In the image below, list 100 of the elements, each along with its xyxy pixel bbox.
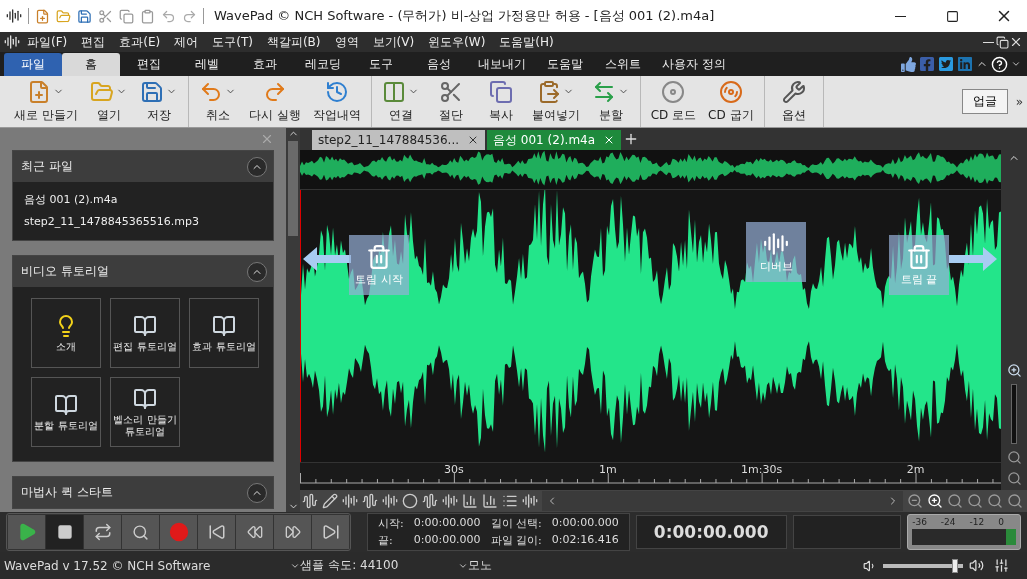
toolbar-button[interactable]: 옵션 [768,76,819,127]
tutorial-tile[interactable]: 분할 튜토리얼 [31,377,101,447]
zoom-out-icon[interactable] [907,493,923,509]
toolbar-button[interactable]: 다시 실행 [242,76,307,127]
twitter-icon[interactable] [938,56,954,72]
circle-icon[interactable] [402,493,418,509]
zoom-icon[interactable] [1006,471,1022,486]
ribbon-tab[interactable]: 사용자 정의 [652,53,736,76]
menu-item[interactable]: 보기(V) [365,33,422,51]
toolbar-button[interactable]: CD 로드 [644,76,703,127]
zoom-in-icon[interactable] [927,493,943,509]
menu-item[interactable]: 편집 [74,33,113,51]
zoom-icon[interactable] [987,493,1003,509]
file-plus-icon[interactable] [35,8,50,24]
volume-high-icon[interactable] [969,558,984,573]
menu-item[interactable]: 도움말(H) [492,33,561,51]
ribbon-tab[interactable]: 도구 [352,53,410,76]
recent-file[interactable]: step2_11_1478845365516.mp3 [24,215,262,228]
toolbar-button[interactable]: 저장 [133,76,184,127]
ribbon-tab[interactable]: 내보내기 [468,53,536,76]
caret-icon[interactable] [1011,59,1021,69]
stop-button[interactable] [46,515,83,549]
menu-item[interactable]: 책갈피(B) [259,33,328,51]
clipboard-icon[interactable] [140,8,155,24]
waveform-icon[interactable] [422,493,438,509]
toolbar-button[interactable]: 복사 [475,76,526,127]
zoom-in-icon[interactable] [1006,363,1022,378]
toolbar-button[interactable]: 열기 [83,76,134,127]
waveform-icon[interactable] [342,493,358,509]
upgrade-button[interactable]: 업글 [961,89,1008,114]
mixer-icon[interactable] [994,558,1009,573]
tutorial-tile[interactable]: 편집 튜토리얼 [110,298,180,368]
restore-icon[interactable] [996,35,1009,49]
collapse-button[interactable] [247,482,267,503]
channels-text[interactable]: 모노 [468,557,493,574]
document-tab[interactable]: step2_11_147884536... [312,130,486,150]
volume-thumb[interactable] [952,558,958,573]
toolbar-button[interactable]: CD 굽기 [702,76,760,127]
list-icon[interactable] [502,493,518,509]
fast-forward-button[interactable] [274,515,311,549]
thumbs-up-icon[interactable] [901,56,916,72]
toolbar-button[interactable]: 붙여넣기 [525,76,586,127]
section-header[interactable]: 비디오 튜토리얼 [13,256,273,287]
toolbar-button[interactable]: 분할 [585,76,636,127]
waveform-overlay-button[interactable]: 트림 시작 [349,235,409,295]
zoom-icon[interactable] [967,493,983,509]
help-icon[interactable] [991,55,1008,73]
menu-item[interactable]: 윈도우(W) [421,33,493,51]
rewind-button[interactable] [236,515,273,549]
copy-icon[interactable] [119,8,134,24]
ribbon-tab[interactable]: 파일 [4,53,62,76]
skip-forward-button[interactable] [312,515,349,549]
ribbon-tab[interactable]: 스위트 [594,53,652,76]
toolbar-button[interactable]: 작업내역 [306,76,367,127]
section-header[interactable]: 최근 파일 [13,151,273,182]
linkedin-icon[interactable] [957,56,973,72]
bar-chart-icon[interactable] [482,493,498,509]
more-button[interactable]: » [1015,94,1023,109]
scrollbar-thumb[interactable] [288,141,298,236]
collapse-button[interactable] [247,261,267,282]
ribbon-tab[interactable]: 레코딩 [294,53,352,76]
menu-item[interactable]: 영역 [327,33,366,51]
horizontal-scrollbar[interactable] [542,491,903,511]
ribbon-tab[interactable]: 도움말 [536,53,594,76]
tutorial-tile[interactable]: 벨소리 만들기 튜토리얼 [110,377,180,447]
section-header[interactable]: 마법사 퀵 스타트 [13,477,273,508]
ribbon-tab[interactable]: 음성 [410,53,468,76]
waveform-icon[interactable] [522,493,538,509]
toolbar-button[interactable]: 절단 [425,76,476,127]
menu-item[interactable]: 제어 [167,33,206,51]
waveform-icon[interactable] [382,493,398,509]
zoom-icon[interactable] [1007,493,1023,509]
toolbar-button[interactable]: 취소 [192,76,243,127]
sample-rate-text[interactable]: 샘플 속도: 44100 [300,557,399,574]
tutorial-tile[interactable]: 소개 [31,298,101,368]
right-arrow-icon[interactable] [949,247,997,271]
toolbar-button[interactable]: 새로 만들기 [8,76,84,127]
document-tab[interactable]: 음성 001 (2).m4a [487,130,622,150]
scissors-icon[interactable] [98,8,113,24]
recent-file[interactable]: 음성 001 (2).m4a [24,192,262,207]
bar-chart-icon[interactable] [462,493,478,509]
pencil-icon[interactable] [322,493,338,509]
menu-item[interactable]: 파일(F) [20,33,75,51]
ribbon-tab[interactable]: 효과 [236,53,294,76]
tutorial-tile[interactable]: 효과 튜토리얼 [189,298,259,368]
waveform-icon[interactable] [442,493,458,509]
menu-item[interactable]: 도구(T) [205,33,260,51]
loop-button[interactable] [84,515,121,549]
close-icon[interactable] [1009,35,1023,49]
skip-back-button[interactable] [198,515,235,549]
ribbon-tab[interactable]: 편집 [120,53,178,76]
zoom-icon[interactable] [1006,450,1022,465]
menu-item[interactable]: 효과(E) [112,33,168,51]
zoom-icon[interactable] [947,493,963,509]
ribbon-tab[interactable]: 레벨 [178,53,236,76]
waveform-icon[interactable] [362,493,378,509]
toolbar-button[interactable]: 연결 [375,76,426,127]
scrub-button[interactable] [122,515,159,549]
left-arrow-icon[interactable] [303,247,351,271]
minimize-icon[interactable] [983,41,994,43]
